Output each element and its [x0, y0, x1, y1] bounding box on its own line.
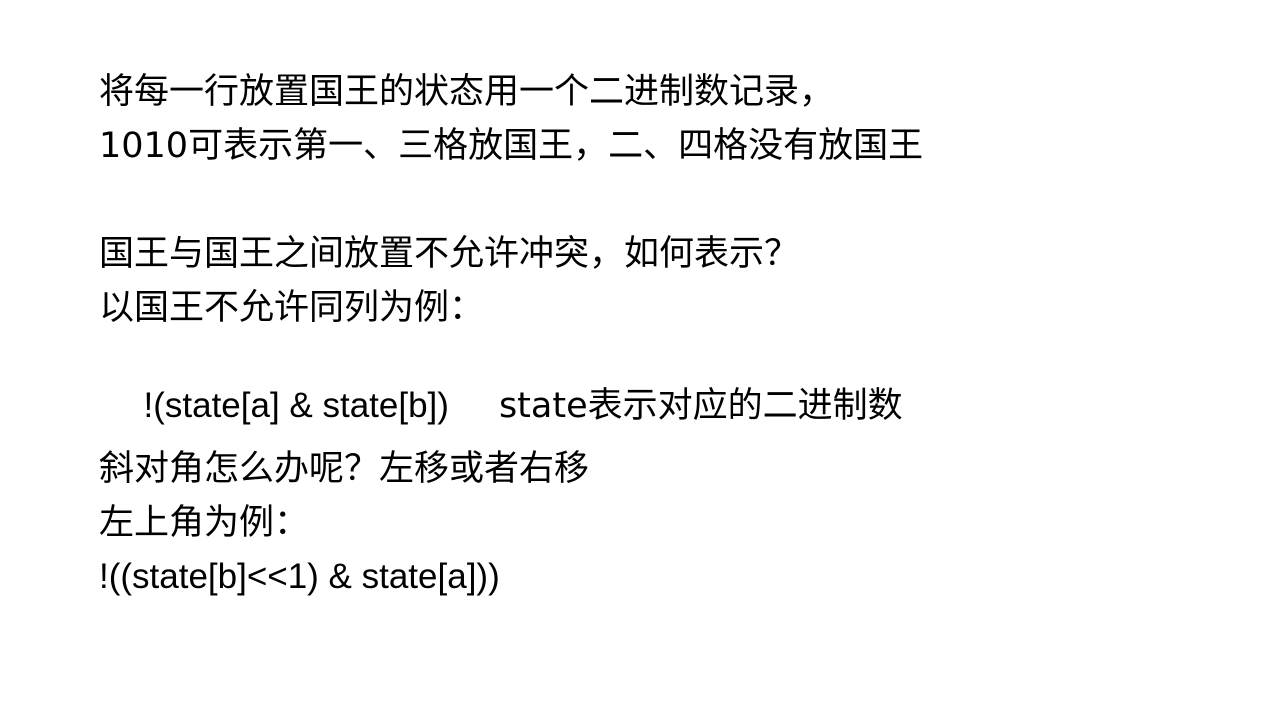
code-expression-diagonal: !((state[b]<<1) & state[a])): [99, 557, 500, 596]
code-expression-same-column: !(state[a] & state[b]): [143, 386, 449, 425]
text-line-binary-example: 1010可表示第一、三格放国王，二、四格没有放国王: [99, 126, 924, 166]
code-note: state表示对应的二进制数: [498, 386, 903, 426]
text-line-state-encoding: 将每一行放置国王的状态用一个二进制数记录，: [99, 72, 835, 112]
slide: 将每一行放置国王的状态用一个二进制数记录， 1010可表示第一、三格放国王，二、…: [0, 0, 1280, 720]
text-line-same-column-example: 以国王不允许同列为例：: [99, 288, 485, 328]
text-line-diagonal-question: 斜对角怎么办呢？左移或者右移: [99, 449, 590, 489]
text-line-top-left-example: 左上角为例：: [99, 503, 310, 543]
text-line-conflict-question: 国王与国王之间放置不允许冲突，如何表示？: [99, 234, 800, 274]
